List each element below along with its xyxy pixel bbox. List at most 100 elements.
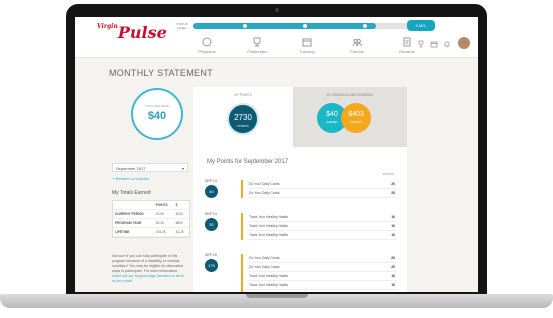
list-item[interactable]: Track Your Healthy Habits 10 [247, 281, 397, 290]
activity-label: Do Your Daily Cards [249, 265, 280, 269]
day-group: SEP 15 170 [205, 253, 227, 272]
logo-prefix: Virgin [97, 23, 118, 30]
activity-label: Track Your Healthy Habits [249, 274, 289, 278]
activity-label: Do Your Daily Cards [249, 182, 280, 186]
tab-my-points[interactable]: MY POINTS 2730 POINTS [193, 87, 293, 147]
points-circle: 2730 POINTS [227, 103, 259, 135]
day-date: SEP 15 [205, 253, 217, 257]
table-cell: LIFETIME [113, 227, 154, 237]
nav-label: Programs [198, 49, 216, 54]
table-cell: 63.2K [153, 218, 174, 228]
support-link[interactable]: check out our Support page answers or se… [112, 274, 184, 283]
activity-label: Do Your Daily Cards [249, 191, 280, 195]
activity-points: 10 [391, 283, 395, 287]
friends-icon [352, 38, 362, 47]
table-cell: 193.2K [153, 227, 174, 237]
redeem-voucher-link[interactable]: + Redeem a Voucher [112, 176, 150, 181]
points-column-header: POINTS [383, 172, 395, 176]
nav-label: Friends [350, 49, 364, 54]
totals-title: My Totals Earned [112, 190, 151, 196]
list-item[interactable]: Track Your Healthy Habits 10 [247, 213, 397, 222]
status-progress-fill [193, 23, 376, 29]
activity-label: Track Your Healthy Habits [249, 233, 289, 237]
support-text: Not sure if you can fully participate in… [112, 254, 184, 273]
support-paragraph: Not sure if you can fully participate in… [112, 254, 188, 284]
challenges-icon [253, 37, 261, 47]
totals-table: POINTS $ CURRENT PERIOD 20.5K $105 PROGR… [112, 200, 190, 238]
logo-text: Pulse [117, 23, 167, 42]
table-header [113, 201, 154, 210]
activity-label: Track Your Healthy Habits [249, 215, 289, 219]
credits-unit: CREDITS [350, 121, 362, 124]
rewards-icon [403, 37, 411, 47]
laptop-notch [246, 294, 308, 298]
calendar-icon[interactable] [430, 40, 438, 48]
table-row: PROGRAM YEAR 63.2K $600 [113, 218, 189, 228]
activity-label: Track Your Healthy Habits [249, 283, 289, 287]
points-value: 2730 [234, 113, 252, 122]
camera-icon [275, 8, 279, 12]
activity-points: 10 [391, 215, 395, 219]
tab-caption: MY EARNINGS AND REWARDS [326, 93, 374, 97]
table-cell: 20.5K [153, 209, 174, 219]
list-item[interactable]: Do Your Daily Cards 20 [247, 180, 397, 189]
balance-value: $40 [147, 110, 167, 122]
nav-challenges[interactable]: Challenges [237, 37, 277, 54]
day-date: SEP 13 [205, 179, 217, 183]
nav-label: Rewards [399, 49, 415, 54]
progress-milestone-dot [363, 24, 367, 28]
table-header: POINTS [153, 201, 174, 210]
activity-points: 10 [391, 224, 395, 228]
trophy-icon[interactable] [417, 40, 425, 48]
table-cell: $600 [173, 218, 189, 228]
day-group: SEP 14 30 [205, 212, 227, 231]
nav-programs[interactable]: Programs [187, 37, 227, 54]
table-cell: CURRENT PERIOD [113, 209, 154, 219]
nav-tracking[interactable]: Tracking [287, 37, 327, 54]
table-row: LIFETIME 193.2K $1.2K [113, 227, 189, 237]
credits-value: $403 [348, 111, 364, 118]
progress-milestone-dot [243, 24, 247, 28]
activity-points: 20 [391, 256, 395, 260]
activity-points: 20 [391, 265, 395, 269]
table-row: CURRENT PERIOD 20.5K $105 [113, 209, 189, 219]
activity-points: 20 [391, 191, 395, 195]
chevron-down-icon: ▾ [181, 166, 184, 171]
table-cell: $1.2K [173, 227, 189, 237]
nav-friends[interactable]: Friends [337, 37, 377, 54]
total-balance-circle: TOTAL BALANCE $40 [131, 88, 183, 140]
list-item[interactable]: Track Your Healthy Habits 10 [247, 272, 397, 281]
day-points-badge: 170 [205, 259, 218, 272]
month-select[interactable]: September 2017 ▾ [112, 163, 188, 172]
list-item[interactable]: Do Your Daily Cards 20 [247, 254, 397, 263]
programs-icon [202, 37, 212, 47]
credits-circle: $403 CREDITS [341, 103, 371, 133]
activity-points: 10 [391, 233, 395, 237]
list-item[interactable]: Do Your Daily Cards 20 [247, 189, 397, 198]
tab-caption: MY POINTS [234, 93, 252, 97]
activity-points: 20 [391, 182, 395, 186]
points-unit: POINTS [237, 124, 249, 128]
app-screen: VirginPulse STATUS LEVEL 3 MO. Programs … [75, 17, 478, 292]
avatar[interactable] [458, 37, 470, 49]
status-progress-bar [193, 23, 413, 29]
top-header: VirginPulse STATUS LEVEL 3 MO. Programs … [75, 17, 478, 58]
table-header: $ [173, 201, 189, 210]
progress-end-badge: 3 MO. [407, 20, 435, 31]
list-item[interactable]: Do Your Daily Cards 20 [247, 263, 397, 272]
bell-icon[interactable] [443, 40, 451, 48]
day-date: SEP 14 [205, 212, 217, 216]
day-points-badge: 30 [205, 218, 218, 231]
tracking-icon [302, 38, 312, 47]
balance-label: TOTAL BALANCE [144, 104, 170, 108]
points-panel-title: My Points for September 2017 [207, 159, 289, 165]
page-title: MONTHLY STATEMENT [109, 68, 213, 78]
tab-earnings-rewards[interactable]: MY EARNINGS AND REWARDS $40 EARNED $403 … [293, 87, 407, 147]
day-points-badge: 40 [205, 185, 218, 198]
list-item[interactable]: Track Your Healthy Habits 10 [247, 231, 397, 240]
progress-milestone-dot [303, 24, 307, 28]
list-item[interactable]: Track Your Healthy Habits 10 [247, 222, 397, 231]
nav-label: Tracking [299, 49, 315, 54]
brand-logo[interactable]: VirginPulse [97, 23, 167, 42]
nav-label: Challenges [246, 49, 267, 54]
